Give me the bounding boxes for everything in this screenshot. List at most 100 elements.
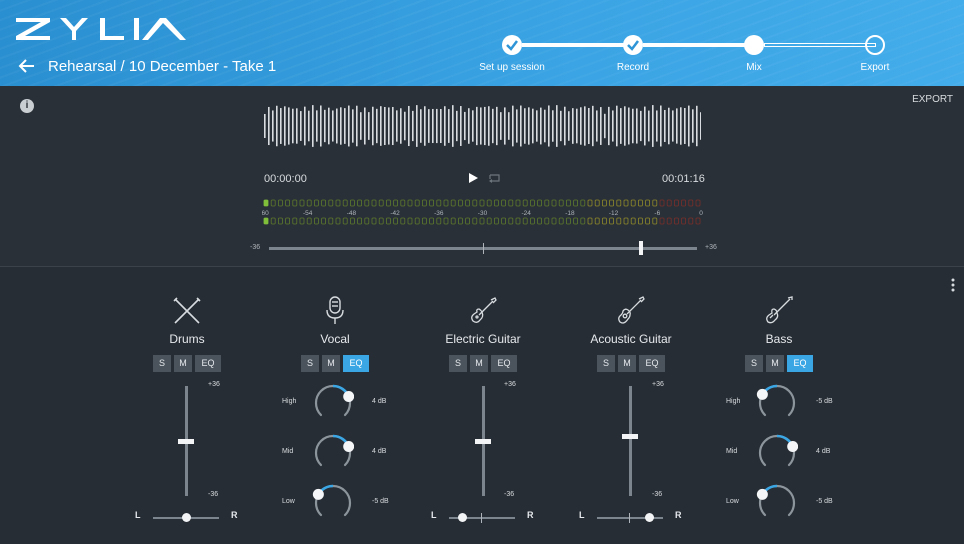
waveform-bar [264,114,266,138]
step-mix-current[interactable] [744,35,764,55]
meter-segment [378,217,384,225]
meter-segment [587,199,593,207]
info-icon[interactable]: i [20,99,34,113]
waveform-bar [424,106,426,146]
eq-knob[interactable] [756,382,798,424]
pan-handle[interactable] [645,513,655,522]
meter-segment [508,217,514,225]
step-record-done[interactable] [623,35,643,55]
waveform-bar [624,106,626,146]
meter-segment [479,199,485,207]
pan-handle[interactable] [181,513,191,522]
eq-knob[interactable] [312,482,354,524]
channel-vocal: Vocal S M EQ High 4 dB Mid 4 dB Low -5 d… [262,268,408,544]
waveform-bar [444,106,446,146]
meter-segment [357,199,362,207]
waveform-display[interactable] [263,102,701,150]
play-icon[interactable] [467,172,479,184]
solo-button[interactable]: S [153,355,171,372]
meter-segment [393,217,399,225]
waveform-bar [496,106,498,146]
meter-segment [472,217,478,225]
meter-segment [695,217,701,225]
meter-segment [544,217,550,225]
more-options-icon[interactable] [951,278,955,292]
solo-button[interactable]: S [597,355,615,372]
waveform-bar [508,112,510,140]
meter-segment [479,217,485,225]
eq-button-active[interactable]: EQ [787,355,813,372]
master-volume-slider[interactable]: -36 +36 [248,240,724,258]
solo-button[interactable]: S [449,355,467,372]
loop-icon[interactable] [488,172,502,184]
eq-knob[interactable] [312,382,354,424]
fader-handle[interactable] [622,433,638,439]
waveform-bar [608,106,610,146]
fader-min-label: -36 [208,491,219,498]
meter-segment [645,217,651,225]
meter-segment [277,217,283,225]
eq-knob-handle[interactable] [312,488,324,500]
meter-segment [515,199,521,207]
waveform-bar [664,109,666,143]
pan-handle[interactable] [457,513,467,522]
meter-segment [551,199,557,207]
eq-button[interactable]: EQ [491,355,517,372]
waveform-bar [524,108,526,144]
meter-scale-label: -60 [262,210,269,217]
eq-knob-handle[interactable] [343,440,354,452]
eq-knob-handle[interactable] [756,388,768,400]
waveform-bar [352,109,354,143]
waveform-bar [332,110,334,142]
pan-slider[interactable]: L R [431,510,541,524]
waveform-bar [648,110,650,142]
eq-knob-handle[interactable] [787,440,798,452]
solo-button[interactable]: S [745,355,763,372]
eq-knob[interactable] [756,482,798,524]
fader-max-label: +36 [652,381,664,388]
meter-segment [414,199,420,207]
eq-band-value: -5 dB [816,398,833,405]
fader-handle[interactable] [475,439,491,444]
eq-knob[interactable] [312,432,354,474]
master-slider-handle[interactable] [639,241,644,255]
fader-handle[interactable] [178,439,194,444]
step-export-pending[interactable] [865,35,885,55]
step-label: Record [616,62,650,73]
waveform-bar [404,111,406,141]
meter-segment [263,199,269,207]
meter-segment [400,217,406,225]
eq-band-value: 4 dB [372,448,387,455]
waveform-bar [500,112,502,140]
mute-button[interactable]: M [470,355,488,372]
eq-knob-handle[interactable] [756,488,768,500]
pan-slider[interactable]: L R [579,510,689,524]
mute-button[interactable]: M [618,355,636,372]
eq-knob-handle[interactable] [343,390,354,402]
solo-button[interactable]: S [301,355,319,372]
eq-button[interactable]: EQ [195,355,221,372]
fader-track[interactable] [629,386,632,496]
pan-slider[interactable]: L R [135,510,245,524]
meter-segment [364,199,370,207]
export-button[interactable]: EXPORT [912,94,953,105]
channel-name: Electric Guitar [445,332,521,346]
microphone-icon [326,296,344,324]
meter-segment [659,217,665,225]
eq-band-mid: Mid 4 dB [280,430,426,476]
meter-segment [529,199,535,207]
mute-button[interactable]: M [766,355,784,372]
waveform-bar [696,105,698,147]
eq-button[interactable]: EQ [639,355,665,372]
waveform-bar [308,110,310,142]
eq-knob[interactable] [756,432,798,474]
step-setup-done[interactable] [502,35,522,55]
progress-stepper: Set up session Record Mix Export [0,0,964,86]
mute-button[interactable]: M [322,355,340,372]
check-icon [627,40,639,51]
eq-button-active[interactable]: EQ [343,355,369,372]
mute-button[interactable]: M [174,355,192,372]
pan-left-label: L [579,510,585,520]
waveform-bar [384,106,386,146]
meter-segment [630,199,636,207]
